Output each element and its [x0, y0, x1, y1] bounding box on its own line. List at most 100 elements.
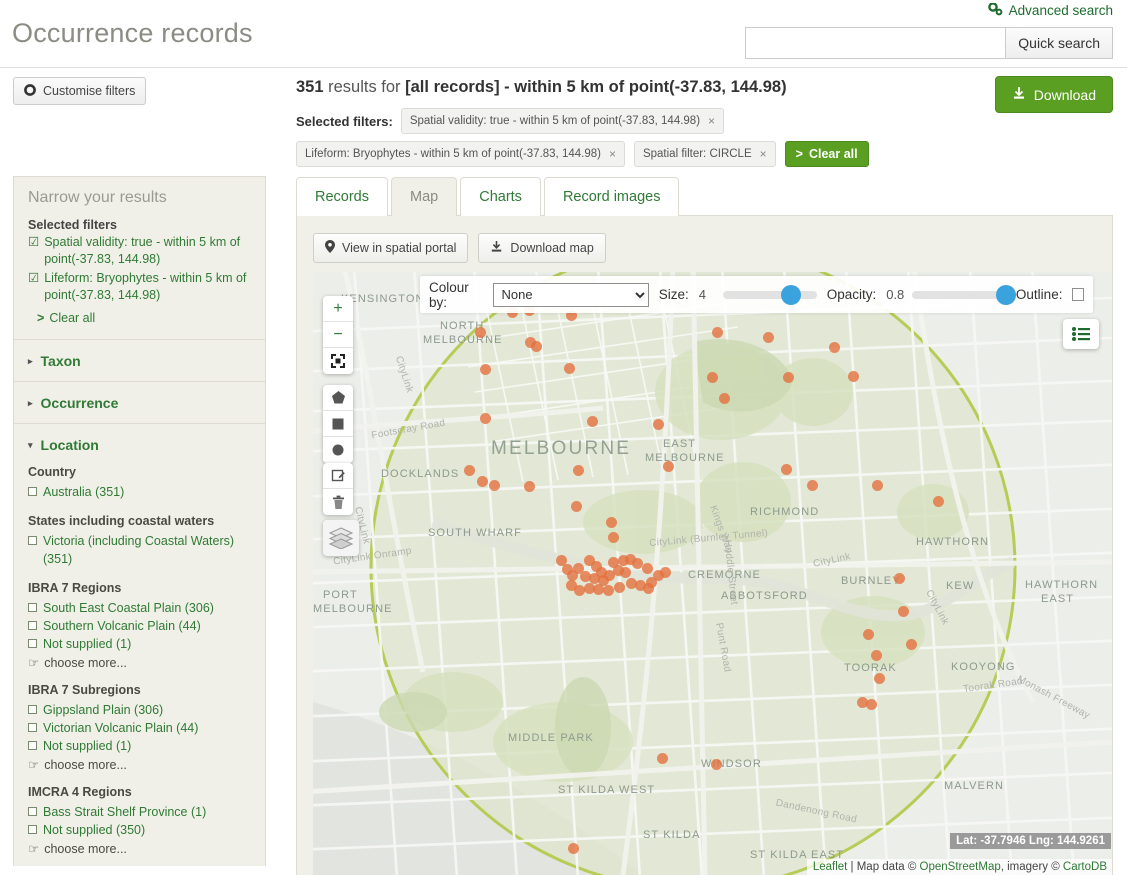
size-slider-knob[interactable] [780, 284, 801, 305]
occurrence-point[interactable] [862, 628, 874, 640]
view-in-spatial-portal-button[interactable]: View in spatial portal [313, 233, 469, 263]
tab-record-images[interactable]: Record images [543, 177, 680, 216]
occurrence-point[interactable] [488, 479, 500, 491]
colour-by-select[interactable]: None [492, 282, 649, 307]
occurrence-point[interactable] [631, 557, 643, 569]
occurrence-point[interactable] [476, 475, 488, 487]
occurrence-point[interactable] [871, 479, 883, 491]
occurrence-point[interactable] [524, 336, 536, 348]
advanced-search-link[interactable]: Advanced search [987, 2, 1113, 18]
checkbox-icon[interactable] [28, 639, 37, 648]
occurrence-point[interactable] [932, 495, 944, 507]
customise-filters-button[interactable]: Customise filters [13, 77, 147, 105]
occurrence-point[interactable] [563, 362, 575, 374]
circle-icon[interactable] [323, 437, 353, 463]
occurrence-point[interactable] [897, 605, 909, 617]
close-icon[interactable]: × [760, 147, 767, 161]
leaflet-link[interactable]: Leaflet [813, 861, 848, 873]
rectangle-icon[interactable] [323, 411, 353, 437]
occurrence-point[interactable] [605, 516, 617, 528]
occurrence-point[interactable] [586, 415, 598, 427]
occurrence-point[interactable] [762, 331, 774, 343]
occurrence-point[interactable] [642, 582, 654, 594]
occurrence-point[interactable] [565, 579, 577, 591]
occurrence-point[interactable] [619, 566, 631, 578]
occurrence-point[interactable] [613, 581, 625, 593]
checkbox-icon[interactable] [28, 621, 37, 630]
layers-stack-icon[interactable] [323, 520, 359, 556]
sidebar-selected-filter-lifeform[interactable]: ☑ Lifeform: Bryophytes - within 5 km of … [28, 270, 251, 304]
occurrence-point[interactable] [870, 649, 882, 661]
cartodb-link[interactable]: CartoDB [1063, 861, 1107, 873]
occurrence-point[interactable] [641, 562, 653, 574]
facet-item[interactable]: Gippsland Plain (306) [28, 701, 251, 719]
occurrence-point[interactable] [873, 672, 885, 684]
close-icon[interactable]: × [708, 114, 715, 128]
facet-item[interactable]: South East Coastal Plain (306) [28, 599, 251, 617]
checkbox-icon[interactable] [28, 723, 37, 732]
opacity-slider-knob[interactable] [995, 284, 1016, 305]
occurrence-point[interactable] [662, 460, 674, 472]
filter-chip-spatial-validity[interactable]: Spatial validity: true - within 5 km of … [400, 108, 725, 134]
choose-more-link[interactable]: ☞ choose more... [28, 841, 251, 857]
occurrence-point[interactable] [463, 464, 475, 476]
occurrence-point[interactable] [523, 480, 535, 492]
occurrence-point[interactable] [806, 479, 818, 491]
size-slider[interactable] [722, 284, 817, 305]
occurrence-point[interactable] [570, 500, 582, 512]
choose-more-link[interactable]: ☞ choose more... [28, 655, 251, 671]
occurrence-point[interactable] [474, 326, 486, 338]
occurrence-point[interactable] [479, 363, 491, 375]
checkbox-icon[interactable] [28, 487, 37, 496]
occurrence-point[interactable] [828, 341, 840, 353]
occurrence-point[interactable] [718, 392, 730, 404]
checkbox-icon[interactable] [28, 603, 37, 612]
occurrence-point[interactable] [652, 418, 664, 430]
filter-chip-spatial-filter[interactable]: Spatial filter: CIRCLE × [633, 141, 776, 167]
facet-item[interactable]: Victorian Volcanic Plain (44) [28, 719, 251, 737]
polygon-icon[interactable] [323, 385, 353, 411]
tab-map[interactable]: Map [391, 177, 458, 216]
occurrence-point[interactable] [479, 412, 491, 424]
occurrence-point[interactable] [893, 572, 905, 584]
leaflet-map[interactable]: KENSINGTON NORTH MELBOURNE MELBOURNE DOC… [313, 272, 1112, 875]
sidebar-selected-filter-spatial-validity[interactable]: ☑ Spatial validity: true - within 5 km o… [28, 234, 251, 268]
facet-item[interactable]: Bass Strait Shelf Province (1) [28, 803, 251, 821]
quick-search-button[interactable]: Quick search [1005, 27, 1113, 59]
tab-records[interactable]: Records [296, 177, 388, 216]
occurrence-point[interactable] [710, 758, 722, 770]
sidebar-item-occurrence[interactable]: ▸ Occurrence [14, 381, 265, 423]
occurrence-point[interactable] [583, 582, 595, 594]
checkbox-icon[interactable] [28, 536, 37, 545]
close-icon[interactable]: × [609, 147, 616, 161]
facet-item[interactable]: Australia (351) [28, 483, 251, 501]
occurrence-point[interactable] [567, 842, 579, 854]
edit-layers-icon[interactable] [323, 463, 353, 489]
checkbox-icon[interactable] [28, 741, 37, 750]
openstreetmap-link[interactable]: OpenStreetMap [920, 861, 1001, 873]
occurrence-point[interactable] [847, 370, 859, 382]
zoom-in-button[interactable]: + [323, 296, 353, 322]
occurrence-point[interactable] [607, 531, 619, 543]
occurrence-point[interactable] [782, 371, 794, 383]
facet-item[interactable]: Not supplied (350) [28, 821, 251, 839]
quick-search-input[interactable] [745, 27, 1006, 59]
filter-chip-lifeform[interactable]: Lifeform: Bryophytes - within 5 km of po… [296, 141, 625, 167]
checkbox-icon[interactable] [28, 825, 37, 834]
outline-checkbox[interactable] [1072, 288, 1085, 301]
choose-more-link[interactable]: ☞ choose more... [28, 757, 251, 773]
occurrence-point[interactable] [865, 698, 877, 710]
fullscreen-icon[interactable] [323, 348, 353, 374]
occurrence-point[interactable] [706, 371, 718, 383]
download-map-button[interactable]: Download map [478, 233, 606, 263]
facet-item[interactable]: Not supplied (1) [28, 635, 251, 653]
occurrence-point[interactable] [659, 566, 671, 578]
occurrence-point[interactable] [711, 326, 723, 338]
zoom-out-button[interactable]: − [323, 322, 353, 348]
tab-charts[interactable]: Charts [460, 177, 541, 216]
checkbox-icon[interactable] [28, 807, 37, 816]
sidebar-clear-all-link[interactable]: > Clear all [37, 311, 251, 325]
occurrence-point[interactable] [572, 464, 584, 476]
occurrence-point[interactable] [905, 638, 917, 650]
facet-item[interactable]: Victoria (including Coastal Waters) (351… [28, 532, 251, 568]
